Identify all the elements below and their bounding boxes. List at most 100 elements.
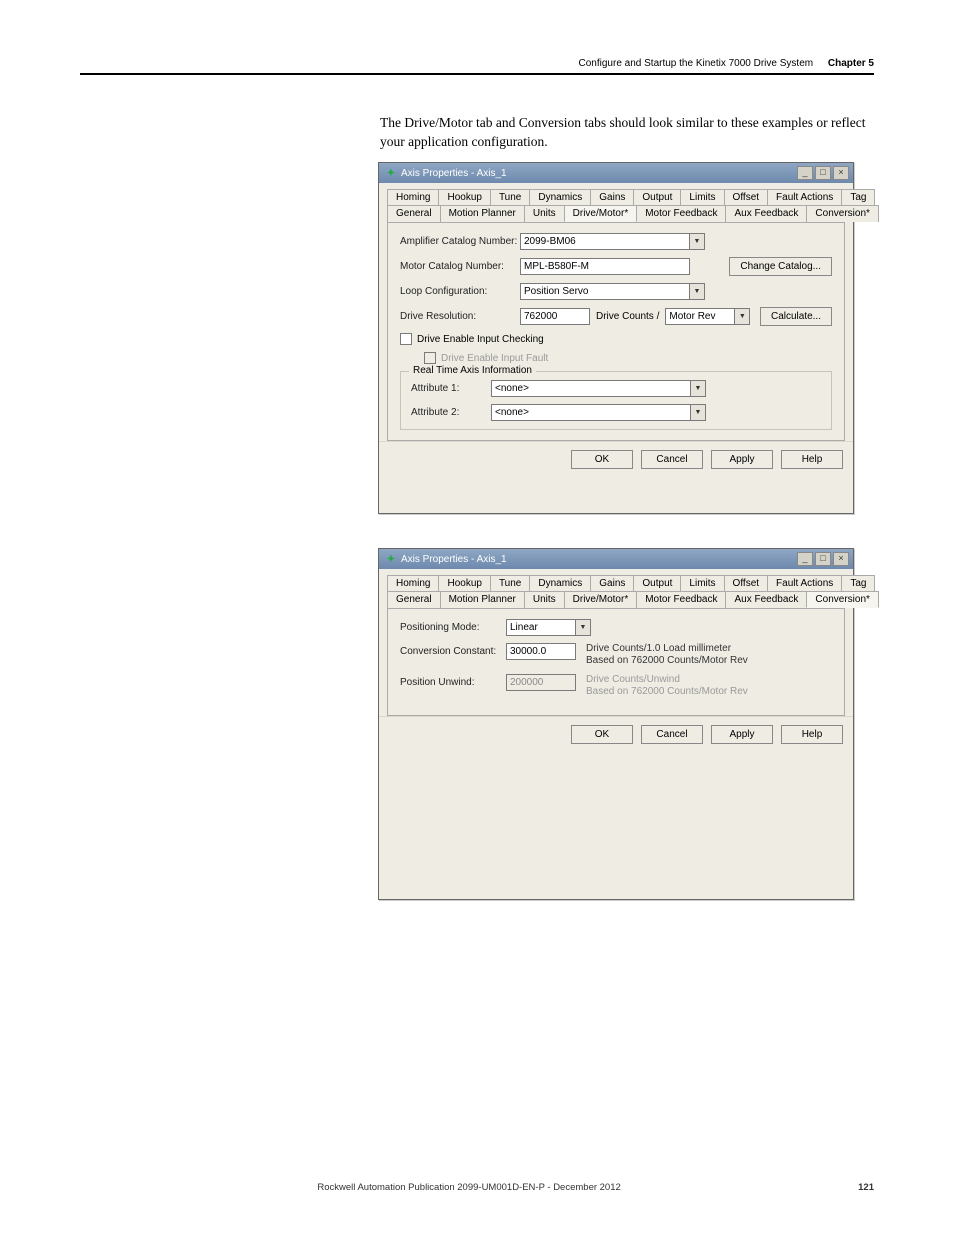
apply-button[interactable]: Apply xyxy=(711,725,773,744)
tab-general[interactable]: General xyxy=(387,591,441,608)
cancel-button[interactable]: Cancel xyxy=(641,725,703,744)
drive-counts-label: Drive Counts / xyxy=(596,311,659,322)
tab-tag[interactable]: Tag xyxy=(841,575,875,591)
axis-properties-dialog-drive-motor: ✦ Axis Properties - Axis_1 _ □ × Homing … xyxy=(378,162,854,514)
titlebar: ✦ Axis Properties - Axis_1 _ □ × xyxy=(379,549,853,569)
maximize-icon[interactable]: □ xyxy=(815,552,831,566)
enable-input-checking-label: Drive Enable Input Checking xyxy=(417,334,544,345)
page-footer: Rockwell Automation Publication 2099-UM0… xyxy=(80,1182,874,1193)
tab-homing[interactable]: Homing xyxy=(387,575,439,591)
axis-icon: ✦ xyxy=(385,167,397,179)
tab-drive-motor[interactable]: Drive/Motor* xyxy=(564,205,638,222)
apply-button[interactable]: Apply xyxy=(711,450,773,469)
minimize-icon[interactable]: _ xyxy=(797,552,813,566)
cancel-button[interactable]: Cancel xyxy=(641,450,703,469)
tab-tune[interactable]: Tune xyxy=(490,189,530,205)
close-icon[interactable]: × xyxy=(833,552,849,566)
positioning-mode-label: Positioning Mode: xyxy=(400,622,506,633)
tab-fault-actions[interactable]: Fault Actions xyxy=(767,189,842,205)
tab-row-lower: General Motion Planner Units Drive/Motor… xyxy=(387,591,845,608)
tab-conversion[interactable]: Conversion* xyxy=(806,591,878,608)
loop-config-input[interactable] xyxy=(520,283,690,300)
tab-row-upper: Homing Hookup Tune Dynamics Gains Output… xyxy=(387,189,845,205)
amplifier-catalog-input[interactable] xyxy=(520,233,690,250)
real-time-axis-group: Real Time Axis Information Attribute 1: … xyxy=(400,371,832,430)
axis-properties-dialog-conversion: ✦ Axis Properties - Axis_1 _ □ × Homing … xyxy=(378,548,854,900)
window-title: Axis Properties - Axis_1 xyxy=(401,554,507,565)
tab-units[interactable]: Units xyxy=(524,591,565,608)
enable-input-fault-checkbox xyxy=(424,352,436,364)
titlebar: ✦ Axis Properties - Axis_1 _ □ × xyxy=(379,163,853,183)
ok-button[interactable]: OK xyxy=(571,450,633,469)
chevron-down-icon[interactable]: ▼ xyxy=(576,619,591,636)
tab-homing[interactable]: Homing xyxy=(387,189,439,205)
attribute-1-input[interactable] xyxy=(491,380,691,397)
tab-hookup[interactable]: Hookup xyxy=(438,189,490,205)
tab-dynamics[interactable]: Dynamics xyxy=(529,189,591,205)
axis-icon: ✦ xyxy=(385,553,397,565)
real-time-axis-legend: Real Time Axis Information xyxy=(409,365,536,376)
tab-gains[interactable]: Gains xyxy=(590,189,634,205)
window-title: Axis Properties - Axis_1 xyxy=(401,168,507,179)
motor-catalog-label: Motor Catalog Number: xyxy=(400,261,520,272)
tab-tune[interactable]: Tune xyxy=(490,575,530,591)
conv-hint-2: Based on 762000 Counts/Motor Rev xyxy=(586,655,748,666)
tab-drive-motor[interactable]: Drive/Motor* xyxy=(564,591,638,608)
tab-general[interactable]: General xyxy=(387,205,441,222)
tab-offset[interactable]: Offset xyxy=(724,189,769,205)
tab-motor-feedback[interactable]: Motor Feedback xyxy=(636,591,726,608)
tab-offset[interactable]: Offset xyxy=(724,575,769,591)
tab-motor-feedback[interactable]: Motor Feedback xyxy=(636,205,726,222)
help-button[interactable]: Help xyxy=(781,450,843,469)
ok-button[interactable]: OK xyxy=(571,725,633,744)
chevron-down-icon[interactable]: ▼ xyxy=(691,404,706,421)
drive-motor-panel: Amplifier Catalog Number: ▼ Motor Catalo… xyxy=(387,222,845,441)
tab-limits[interactable]: Limits xyxy=(680,575,724,591)
tab-motion-planner[interactable]: Motion Planner xyxy=(440,591,525,608)
chevron-down-icon[interactable]: ▼ xyxy=(690,233,705,250)
help-button[interactable]: Help xyxy=(781,725,843,744)
drive-resolution-unit[interactable] xyxy=(665,308,735,325)
chevron-down-icon[interactable]: ▼ xyxy=(690,283,705,300)
tab-row-upper: Homing Hookup Tune Dynamics Gains Output… xyxy=(387,575,845,591)
conversion-constant-label: Conversion Constant: xyxy=(400,643,506,657)
conversion-constant-input[interactable] xyxy=(506,643,576,660)
tab-output[interactable]: Output xyxy=(633,575,681,591)
calculate-button[interactable]: Calculate... xyxy=(760,307,832,326)
tab-motion-planner[interactable]: Motion Planner xyxy=(440,205,525,222)
page-number: 121 xyxy=(858,1182,874,1193)
tab-output[interactable]: Output xyxy=(633,189,681,205)
page-header: Configure and Startup the Kinetix 7000 D… xyxy=(80,58,874,75)
minimize-icon[interactable]: _ xyxy=(797,166,813,180)
tab-dynamics[interactable]: Dynamics xyxy=(529,575,591,591)
tab-hookup[interactable]: Hookup xyxy=(438,575,490,591)
chapter-label: Chapter 5 xyxy=(828,58,874,69)
tab-conversion[interactable]: Conversion* xyxy=(806,205,878,222)
enable-input-checking-checkbox[interactable] xyxy=(400,333,412,345)
tab-tag[interactable]: Tag xyxy=(841,189,875,205)
close-icon[interactable]: × xyxy=(833,166,849,180)
loop-config-label: Loop Configuration: xyxy=(400,286,520,297)
chevron-down-icon[interactable]: ▼ xyxy=(735,308,750,325)
attribute-2-input[interactable] xyxy=(491,404,691,421)
attribute-2-label: Attribute 2: xyxy=(411,407,491,418)
position-unwind-label: Position Unwind: xyxy=(400,674,506,688)
tab-aux-feedback[interactable]: Aux Feedback xyxy=(725,591,807,608)
enable-input-fault-label: Drive Enable Input Fault xyxy=(441,353,548,364)
tab-limits[interactable]: Limits xyxy=(680,189,724,205)
amplifier-catalog-label: Amplifier Catalog Number: xyxy=(400,236,520,247)
conversion-panel: Positioning Mode: ▼ Conversion Constant:… xyxy=(387,608,845,716)
positioning-mode-input[interactable] xyxy=(506,619,576,636)
section-title: Configure and Startup the Kinetix 7000 D… xyxy=(579,58,814,69)
drive-resolution-input[interactable] xyxy=(520,308,590,325)
tab-fault-actions[interactable]: Fault Actions xyxy=(767,575,842,591)
tab-units[interactable]: Units xyxy=(524,205,565,222)
chevron-down-icon[interactable]: ▼ xyxy=(691,380,706,397)
tab-aux-feedback[interactable]: Aux Feedback xyxy=(725,205,807,222)
drive-resolution-label: Drive Resolution: xyxy=(400,311,520,322)
motor-catalog-input[interactable] xyxy=(520,258,690,275)
maximize-icon[interactable]: □ xyxy=(815,166,831,180)
intro-paragraph: The Drive/Motor tab and Conversion tabs … xyxy=(380,114,874,152)
tab-gains[interactable]: Gains xyxy=(590,575,634,591)
change-catalog-button[interactable]: Change Catalog... xyxy=(729,257,832,276)
